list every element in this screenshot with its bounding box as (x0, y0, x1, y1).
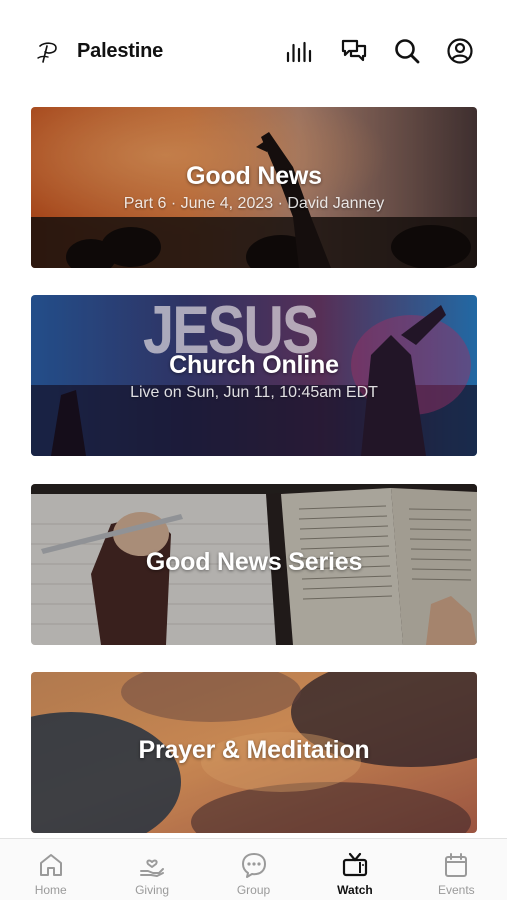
header: Palestine (0, 0, 507, 100)
card-title: Good News Series (145, 548, 363, 576)
calendar-icon (445, 853, 468, 877)
card-church-online[interactable]: JESUS Church Online Live on Sun, Jun 11,… (31, 295, 477, 456)
home-icon (39, 854, 62, 876)
card-title: Good News (186, 162, 322, 190)
card-title: Prayer & Meditation (138, 736, 370, 764)
bar-chart-icon[interactable] (284, 36, 314, 66)
profile-icon[interactable] (445, 36, 475, 66)
tab-label: Events (437, 883, 475, 897)
tab-giving[interactable]: Giving (101, 839, 202, 900)
app-title: Palestine (77, 40, 164, 62)
tab-home[interactable]: Home (0, 839, 101, 900)
tab-label: Giving (135, 883, 170, 897)
tab-label: Group (236, 883, 271, 897)
search-icon[interactable] (392, 36, 422, 66)
tab-watch[interactable]: Watch (304, 839, 405, 900)
tab-bar: Home Giving Group Watch Events (0, 838, 507, 900)
card-good-news-series[interactable]: Good News Series (31, 484, 477, 645)
giving-icon (140, 859, 165, 877)
tab-group[interactable]: Group (203, 839, 304, 900)
tab-events[interactable]: Events (406, 839, 507, 900)
tv-icon (342, 852, 368, 877)
group-icon (241, 853, 266, 878)
tab-label: Watch (337, 883, 373, 897)
chat-icon[interactable] (339, 36, 369, 66)
card-prayer-meditation[interactable]: Prayer & Meditation (31, 672, 477, 833)
card-subtitle: Part 6 · June 4, 2023 · David Janney (123, 195, 385, 212)
logo-icon[interactable] (34, 38, 62, 66)
card-subtitle: Live on Sun, Jun 11, 10:45am EDT (130, 384, 378, 401)
tab-label: Home (34, 883, 67, 897)
card-title: Church Online (169, 351, 339, 379)
card-good-news[interactable]: Good News Part 6 · June 4, 2023 · David … (31, 107, 477, 268)
